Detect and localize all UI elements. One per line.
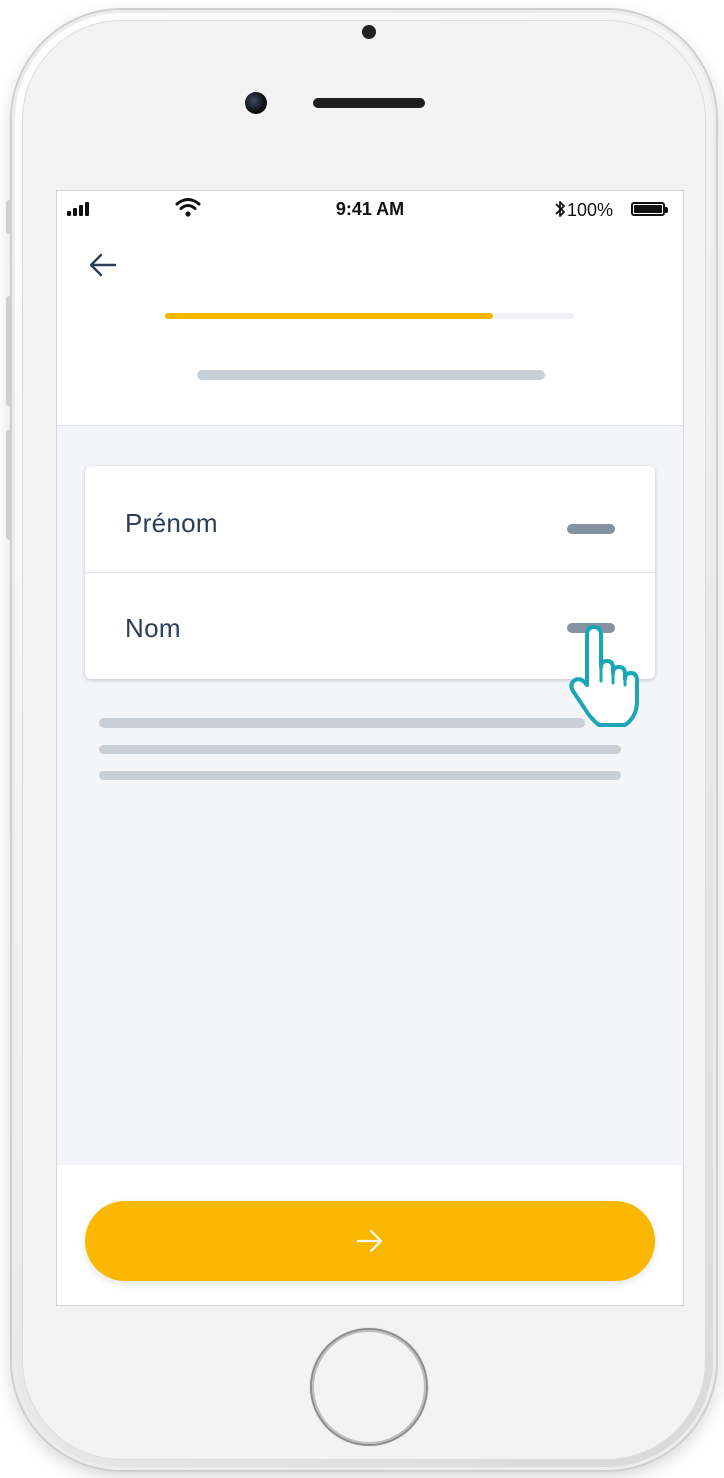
earpiece-speaker [313, 98, 425, 108]
title-placeholder [197, 370, 545, 380]
arrow-right-icon [356, 1229, 383, 1253]
progress-bar [165, 313, 575, 319]
proximity-sensor [362, 25, 376, 39]
app-screen: 9:41 AM 100% Prénom Nom [57, 191, 683, 1305]
home-button[interactable] [312, 1330, 426, 1444]
description-line-1 [99, 718, 585, 728]
first-name-field[interactable]: Prénom [85, 466, 655, 572]
status-bar: 9:41 AM 100% [57, 191, 683, 227]
volume-down-button [6, 430, 12, 540]
bluetooth-icon [555, 201, 565, 217]
first-name-value-placeholder [567, 524, 615, 534]
mute-switch [6, 200, 12, 234]
first-name-label: Prénom [125, 508, 218, 538]
progress-fill [165, 313, 493, 319]
next-button[interactable] [85, 1201, 655, 1281]
hand-pointer-icon [569, 625, 639, 727]
last-name-label: Nom [125, 613, 181, 643]
bottom-bar [57, 1165, 683, 1305]
description-line-3 [99, 771, 621, 780]
description-line-2 [99, 745, 621, 754]
back-arrow-icon[interactable] [87, 249, 119, 281]
volume-up-button [6, 296, 12, 406]
battery-icon [631, 202, 668, 216]
front-camera [245, 92, 267, 114]
header-area: 9:41 AM 100% [57, 191, 683, 426]
battery-percent: 100% [567, 200, 614, 220]
